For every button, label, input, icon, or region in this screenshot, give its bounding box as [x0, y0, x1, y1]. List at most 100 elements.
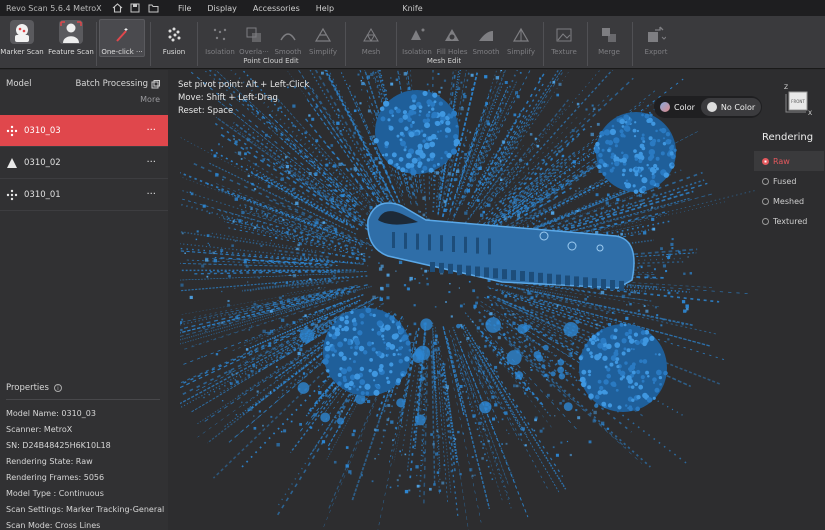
batch-processing-button[interactable]: Batch Processing — [75, 79, 160, 89]
export-button[interactable]: Export — [640, 20, 672, 56]
isolation-icon — [210, 25, 230, 45]
fill-holes-icon — [442, 25, 462, 45]
app-title: Revo Scan 5.6.4 MetroX — [6, 3, 102, 13]
mesh-simplify-icon — [511, 25, 531, 45]
menu-display[interactable]: Display — [207, 4, 237, 13]
mesh-edit-label: Mesh Edit — [426, 57, 462, 65]
hint-reset: Reset: Space — [178, 106, 234, 116]
properties-heading: Properties — [6, 383, 49, 393]
properties-panel: Properties i Model Name: 0310_03 Scanner… — [0, 383, 168, 530]
fill-holes-label: Fill Holes — [436, 48, 468, 56]
batch-icon — [151, 79, 160, 88]
texture-label: Texture — [551, 48, 577, 56]
3d-viewport[interactable]: Set pivot point: Alt + Left-Click Move: … — [168, 70, 825, 530]
merge-label: Merge — [598, 48, 620, 56]
model-options-icon[interactable]: ··· — [146, 189, 156, 200]
simplify-icon — [313, 25, 333, 45]
point-cloud-scene[interactable] — [180, 70, 825, 530]
smooth-icon — [278, 25, 298, 45]
texture-button[interactable]: Texture — [548, 20, 580, 56]
color-option-label: Color — [674, 102, 695, 112]
pc-smooth-button[interactable]: Smooth — [272, 20, 304, 56]
magic-wand-icon — [112, 25, 132, 45]
pc-simplify-button[interactable]: Simplify — [306, 20, 340, 56]
one-click-label: One-click ··· — [101, 48, 143, 56]
info-icon[interactable]: i — [53, 384, 62, 392]
color-option[interactable]: Color — [654, 98, 701, 116]
prop-sn: SN: D24B48425H6K10L18 — [6, 441, 111, 450]
rendering-panel: Rendering Raw Fused Meshed Textured — [754, 132, 824, 231]
model-item-0310-01[interactable]: 0310_01 ··· — [0, 179, 168, 211]
marker-model-icon — [6, 125, 18, 136]
marker-scan-icon — [9, 19, 35, 45]
no-color-swatch-icon — [706, 102, 717, 112]
batch-processing-label: Batch Processing — [75, 79, 148, 89]
mesh-isolation-button[interactable]: Isolation — [400, 20, 434, 56]
model-item-0310-03[interactable]: 0310_03 ··· — [0, 115, 168, 147]
mesh-smooth-label: Smooth — [472, 48, 500, 56]
mesh-label: Mesh — [361, 48, 381, 56]
model-options-icon[interactable]: ··· — [146, 157, 156, 168]
rendering-textured[interactable]: Textured — [754, 211, 824, 231]
model-panel: Model Batch Processing More 0310_03 ··· … — [0, 70, 168, 530]
mesh-smooth-button[interactable]: Smooth — [470, 20, 502, 56]
pc-overlap-label: Overla··· — [239, 48, 269, 56]
fusion-label: Fusion — [162, 48, 186, 56]
axis-z-label: Z — [784, 84, 788, 91]
mesh-button[interactable]: Mesh — [356, 20, 386, 56]
feature-scan-button[interactable]: Feature Scan — [48, 20, 94, 56]
mesh-simplify-button[interactable]: Simplify — [504, 20, 538, 56]
model-item-0310-02[interactable]: 0310_02 ··· — [0, 147, 168, 179]
folder-icon[interactable] — [146, 2, 160, 14]
rendering-raw[interactable]: Raw — [754, 151, 824, 171]
texture-icon — [554, 25, 574, 45]
pc-simplify-label: Simplify — [308, 48, 338, 56]
prop-scan-mode: Scan Mode: Cross Lines — [6, 521, 101, 530]
rendering-fused-label: Fused — [773, 176, 797, 186]
feature-scan-icon — [58, 19, 84, 45]
menu-accessories[interactable]: Accessories — [253, 4, 300, 13]
marker-model-icon — [6, 189, 18, 200]
pc-isolation-button[interactable]: Isolation — [203, 20, 237, 56]
color-swatch-icon — [660, 102, 670, 112]
rendering-textured-label: Textured — [773, 216, 808, 226]
marker-scan-label: Marker Scan — [0, 48, 44, 56]
radio-icon — [762, 177, 769, 185]
overlap-icon — [244, 25, 264, 45]
radio-icon — [762, 157, 769, 165]
point-cloud-edit-label: Point Cloud Edit — [243, 57, 299, 65]
rendering-meshed[interactable]: Meshed — [754, 191, 824, 211]
menu-help[interactable]: Help — [316, 4, 334, 13]
more-button[interactable]: More — [0, 89, 168, 104]
toolbar: Marker Scan Feature Scan One-click ··· F… — [0, 16, 825, 69]
one-click-button[interactable]: One-click ··· — [99, 19, 145, 57]
merge-button[interactable]: Merge — [594, 20, 624, 56]
fill-holes-button[interactable]: Fill Holes — [434, 20, 470, 56]
model-heading: Model — [6, 79, 32, 89]
save-icon[interactable] — [128, 2, 142, 14]
model-name: 0310_03 — [24, 125, 61, 136]
fusion-button[interactable]: Fusion — [158, 20, 190, 56]
fusion-icon — [164, 25, 184, 45]
pc-isolation-label: Isolation — [205, 48, 235, 56]
mesh-icon — [361, 25, 381, 45]
pc-smooth-label: Smooth — [274, 48, 302, 56]
model-options-icon[interactable]: ··· — [146, 125, 156, 136]
prop-model-name: Model Name: 0310_03 — [6, 409, 96, 418]
view-cube[interactable]: FRONT Z X — [780, 80, 814, 117]
menu-file[interactable]: File — [178, 4, 191, 13]
prop-scan-settings: Scan Settings: Marker Tracking-General — [6, 505, 165, 514]
rendering-raw-label: Raw — [773, 156, 790, 166]
no-color-option[interactable]: No Color — [700, 98, 762, 116]
mesh-isolation-label: Isolation — [402, 48, 432, 56]
pc-overlap-button[interactable]: Overla··· — [238, 20, 270, 56]
prop-scanner: Scanner: MetroX — [6, 425, 73, 434]
marker-scan-button[interactable]: Marker Scan — [0, 19, 44, 56]
menu-bar: File Display Accessories Help — [178, 4, 350, 13]
home-icon[interactable] — [110, 2, 124, 14]
hint-move: Move: Shift + Left-Drag — [178, 93, 278, 103]
no-color-option-label: No Color — [720, 102, 756, 112]
rendering-fused[interactable]: Fused — [754, 171, 824, 191]
mesh-model-icon — [7, 157, 17, 168]
merge-icon — [599, 25, 619, 45]
